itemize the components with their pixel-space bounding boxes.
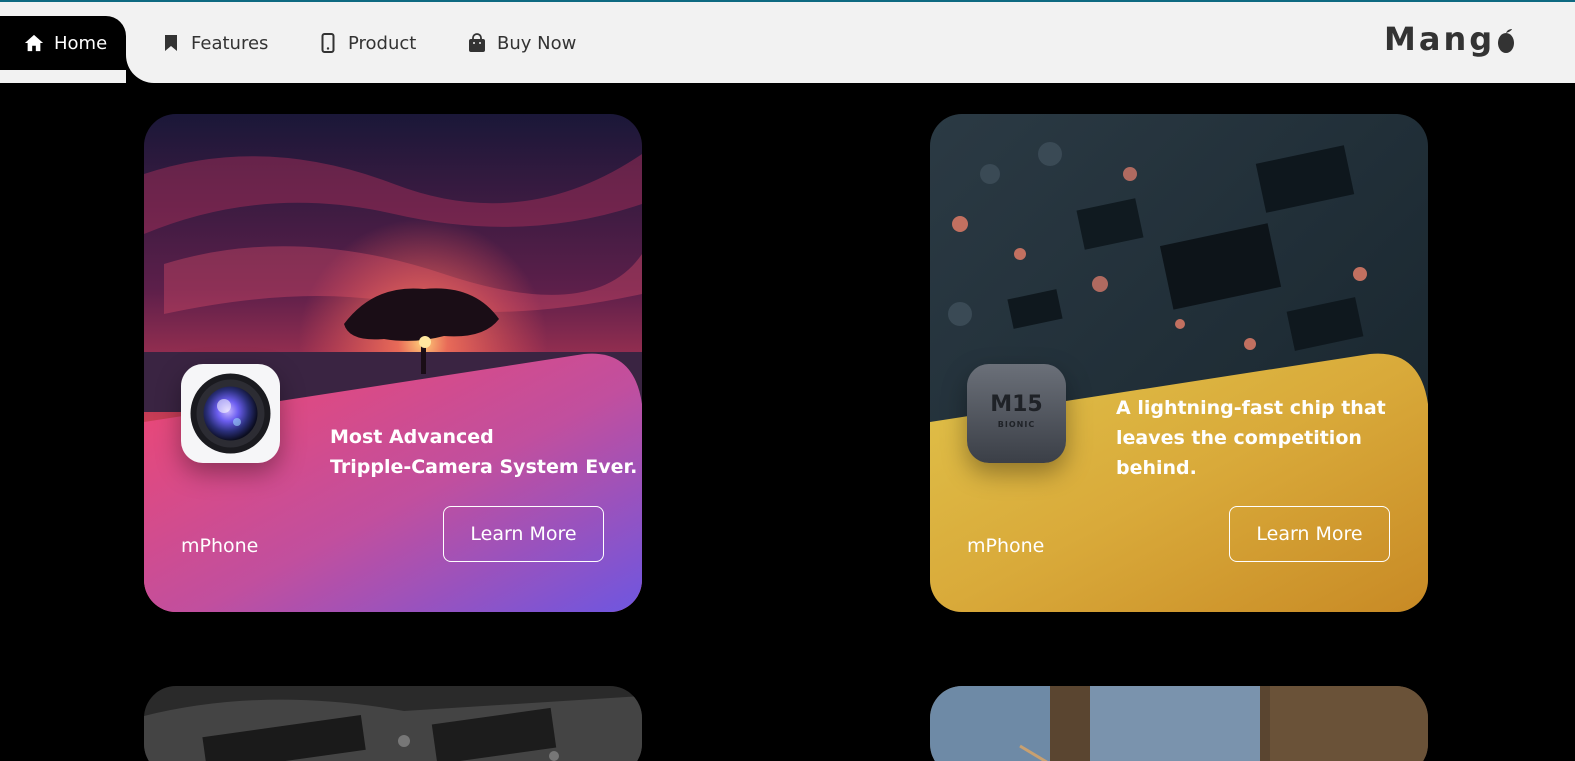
mango-icon	[1498, 29, 1515, 53]
chip-label: M15	[990, 392, 1043, 417]
product-brand: mPhone	[181, 535, 259, 557]
logo-text: Mang	[1384, 20, 1496, 58]
headline-line-3: behind.	[1116, 457, 1197, 479]
card-headline: Most Advanced Tripple-Camera System Ever…	[330, 422, 640, 482]
chip-icon: M15 BIONIC	[967, 364, 1066, 463]
product-brand: mPhone	[967, 535, 1045, 557]
feature-card-partial-left	[144, 686, 642, 761]
camera-lens-icon	[181, 364, 280, 463]
home-icon	[24, 33, 44, 53]
nav-item-label: Product	[348, 32, 417, 54]
nav-item-label: Buy Now	[497, 32, 577, 54]
chip-sublabel: BIONIC	[997, 420, 1036, 429]
brand-logo[interactable]: Mang	[1384, 20, 1515, 58]
learn-more-button[interactable]: Learn More	[1229, 506, 1390, 562]
card-headline: A lightning-fast chip that leaves the co…	[1116, 393, 1406, 483]
feature-card-chip: M15 BIONIC A lightning-fast chip that le…	[930, 114, 1428, 612]
headline-line-2: leaves the competition	[1116, 427, 1362, 449]
nav-item-label: Home	[54, 32, 108, 54]
phone-icon	[318, 33, 338, 53]
feature-card-camera: Most Advanced Tripple-Camera System Ever…	[144, 114, 642, 612]
headline-line-2: Tripple-Camera System Ever.	[330, 456, 638, 478]
hardware-image	[144, 686, 642, 761]
nav-item-features[interactable]: Features	[161, 16, 268, 70]
nav-item-home[interactable]: Home	[0, 16, 126, 70]
denim-grass-image	[930, 686, 1428, 761]
nav-item-label: Features	[191, 32, 269, 54]
feature-card-partial-right	[930, 686, 1428, 761]
nav-item-buy-now[interactable]: Buy Now	[467, 16, 576, 70]
headline-line-1: A lightning-fast chip that	[1116, 397, 1386, 419]
learn-more-button[interactable]: Learn More	[443, 506, 604, 562]
headline-line-1: Most Advanced	[330, 426, 494, 448]
shopping-bag-icon	[467, 33, 487, 53]
bookmark-icon	[161, 33, 181, 53]
nav-item-product[interactable]: Product	[318, 16, 416, 70]
